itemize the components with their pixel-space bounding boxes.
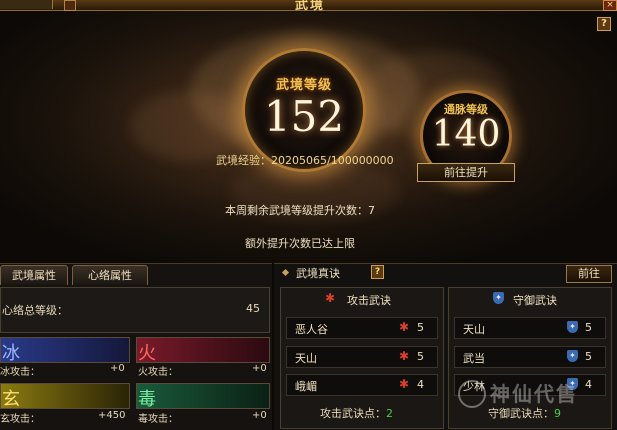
defense-points-value: 9 (554, 407, 561, 420)
fire-attack-label: 火攻击： (138, 367, 178, 378)
mystic-element-char: 玄 (2, 389, 20, 410)
ice-attack-label: 冰攻击： (0, 367, 40, 378)
secret-arts-title: 武境真诀 (296, 267, 340, 280)
help-button[interactable]: ? (597, 17, 611, 31)
martial-level-label: 武境等级 (275, 78, 332, 93)
poison-element-banner (136, 383, 270, 409)
heart-total-label: 心络总等级： (2, 304, 68, 317)
meridian-level-value: 140 (431, 114, 501, 155)
watermark-logo-icon (458, 380, 486, 408)
ice-element-char: 冰 (2, 343, 20, 364)
martial-level-value: 152 (263, 92, 345, 141)
mystic-attack-value: +450 (98, 410, 126, 421)
attack-points-value: 2 (386, 407, 393, 420)
watermark-text: 神仙代售 (490, 382, 578, 406)
close-button[interactable]: × (603, 0, 617, 11)
heart-total-value: 45 (246, 302, 260, 315)
smoke-effect (130, 91, 250, 161)
shield-icon: ✦ (567, 321, 578, 333)
attack-art-icon: ✱ (325, 291, 336, 305)
defense-points-label: 守御武诀点： (488, 407, 554, 420)
attack-arts-header: 攻击武诀 (347, 294, 391, 307)
attack-art-name: 天山 (295, 352, 317, 365)
poison-element-char: 毒 (138, 389, 156, 410)
defense-art-name: 天山 (463, 323, 485, 336)
shield-icon: ✦ (567, 350, 578, 362)
poison-attack-value: +0 (252, 410, 267, 421)
poison-attack-label: 毒攻击： (138, 414, 178, 425)
fire-element-char: 火 (138, 343, 156, 364)
attack-art-row[interactable]: 恶人谷 ✱ 5 (286, 317, 438, 339)
attack-art-name: 恶人谷 (295, 323, 328, 336)
attack-art-icon: ✱ (399, 320, 410, 334)
mystic-attack-label: 玄攻击： (0, 414, 40, 425)
secret-arts-help-button[interactable]: ? (371, 265, 384, 279)
defense-art-count: 4 (585, 378, 592, 391)
defense-art-row[interactable]: 武当 ✦ 5 (454, 346, 606, 368)
attack-art-count: 4 (417, 378, 424, 391)
attack-art-count: 5 (417, 350, 424, 363)
defense-art-row[interactable]: 天山 ✦ 5 (454, 317, 606, 339)
defense-art-count: 5 (585, 350, 592, 363)
secret-arts-goto-button[interactable]: 前往 (566, 265, 612, 283)
defense-points: 守御武诀点：9 (488, 405, 561, 421)
attack-points: 攻击武诀点：2 (320, 405, 393, 421)
defense-arts-header: 守御武诀 (513, 294, 557, 307)
attack-art-name: 峨嵋 (295, 380, 317, 393)
title-bar-ornament (0, 0, 53, 9)
tab-heart-attributes[interactable]: 心络属性 (72, 265, 148, 285)
weekly-upgrades-text: 本周剩余武境等级提升次数：7 (225, 204, 375, 217)
defense-art-name: 武当 (463, 352, 485, 365)
fire-element-banner (136, 337, 270, 363)
tab-martial-attributes[interactable]: 武境属性 (0, 265, 68, 285)
fire-attack-value: +0 (252, 363, 267, 374)
ice-attack-value: +0 (110, 363, 125, 374)
extra-upgrades-text: 额外提升次数已达上限 (245, 237, 355, 250)
title-bar-menu-button[interactable] (64, 0, 76, 11)
attack-art-icon: ✱ (399, 377, 410, 391)
attack-points-label: 攻击武诀点： (320, 407, 386, 420)
attack-art-icon: ✱ (399, 349, 410, 363)
experience-text: 武境经验：20205065/100000000 (216, 154, 394, 167)
shield-icon: ✦ (493, 292, 504, 304)
defense-art-count: 5 (585, 321, 592, 334)
goto-upgrade-button[interactable]: 前往提升 (417, 163, 515, 182)
attack-art-row[interactable]: 天山 ✱ 5 (286, 346, 438, 368)
attack-art-row[interactable]: 峨嵋 ✱ 4 (286, 374, 438, 396)
attack-art-count: 5 (417, 321, 424, 334)
